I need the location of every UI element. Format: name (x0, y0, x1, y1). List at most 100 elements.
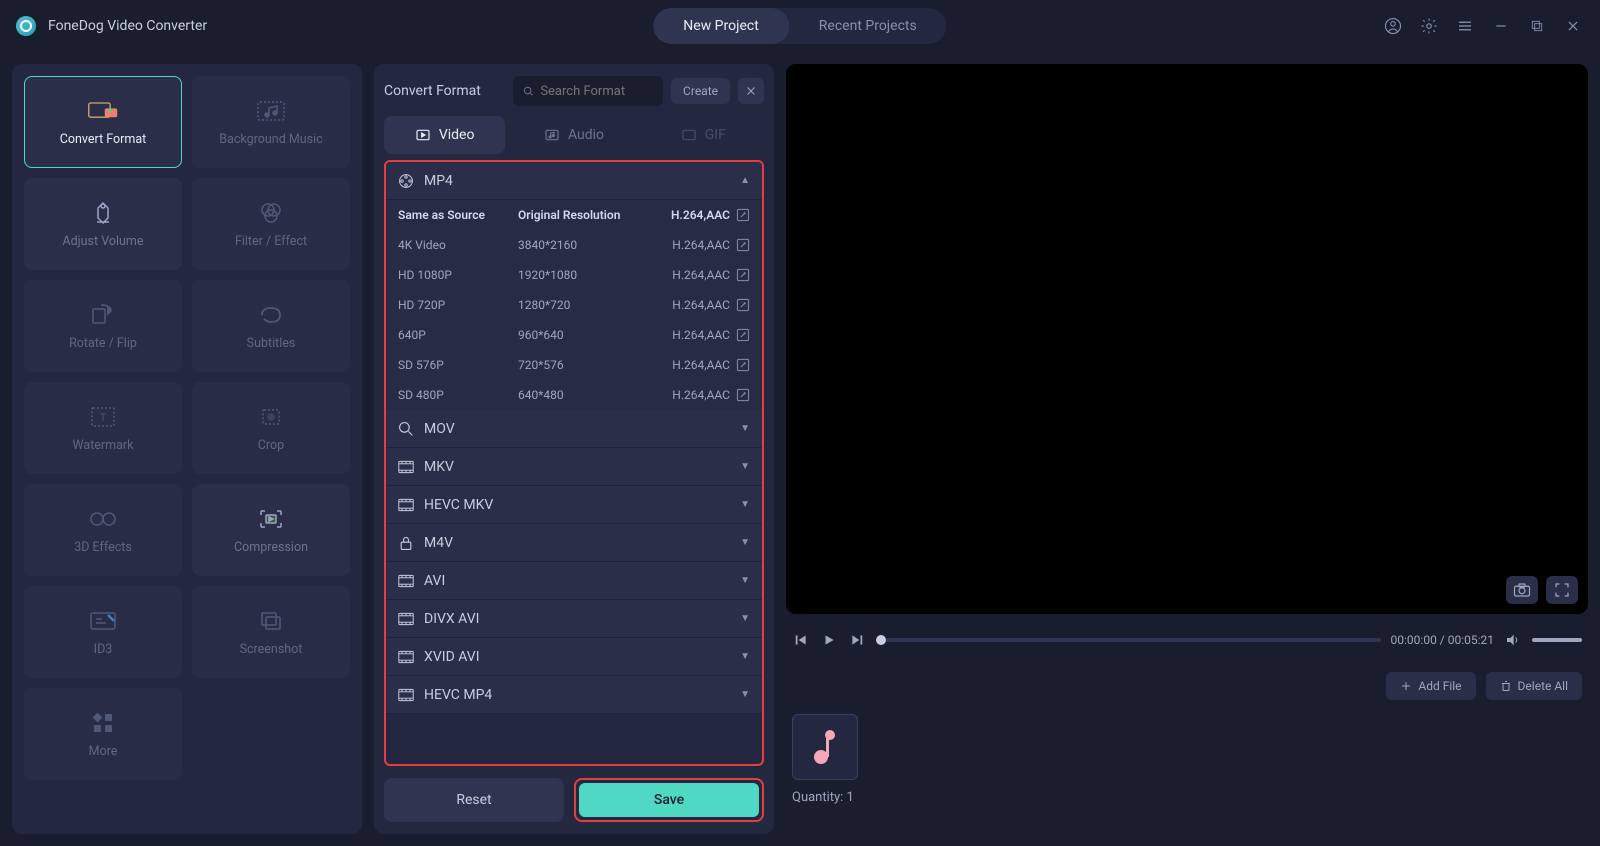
minimize-icon[interactable] (1490, 15, 1512, 37)
search-input[interactable] (540, 84, 653, 99)
convert-format-icon (87, 98, 119, 124)
close-panel-button[interactable] (738, 78, 764, 104)
play-button[interactable] (820, 631, 838, 649)
adjust-volume-icon (87, 200, 119, 226)
more-icon (87, 710, 119, 736)
tool-background-music[interactable]: Background Music (192, 76, 350, 168)
save-button[interactable]: Save (579, 783, 759, 817)
tool-subtitles[interactable]: Subtitles (192, 280, 350, 372)
format-row[interactable]: HD 1080P1920*1080H.264,AAC (386, 260, 762, 290)
close-icon (745, 85, 757, 97)
tool-label: Convert Format (60, 132, 147, 147)
format-panel-footer: Reset Save (384, 778, 764, 822)
video-icon (415, 127, 431, 143)
tool-label: 3D Effects (74, 540, 132, 555)
format-row[interactable]: 640P960*640H.264,AAC (386, 320, 762, 350)
time-display: 00:00:00 / 00:05:21 (1391, 633, 1494, 647)
tool-label: Filter / Effect (235, 234, 307, 249)
id3-icon (87, 608, 119, 634)
subtitles-icon (255, 302, 287, 328)
file-thumb[interactable] (792, 714, 858, 780)
account-icon[interactable] (1382, 15, 1404, 37)
trash-icon (1500, 680, 1512, 692)
create-button[interactable]: Create (671, 78, 730, 104)
rotate-flip-icon (87, 302, 119, 328)
tool-crop[interactable]: Crop (192, 382, 350, 474)
app-title: FoneDog Video Converter (48, 18, 207, 34)
video-preview (786, 64, 1588, 614)
format-section-xvid-avi[interactable]: XVID AVI▼ (386, 638, 762, 676)
tool-screenshot[interactable]: Screenshot (192, 586, 350, 678)
next-button[interactable] (848, 631, 866, 649)
format-row[interactable]: SD 576P720*576H.264,AAC (386, 350, 762, 380)
close-window-icon[interactable] (1562, 15, 1584, 37)
tab-recent-projects[interactable]: Recent Projects (789, 8, 947, 44)
tool-label: Subtitles (247, 336, 296, 351)
format-tab-video[interactable]: Video (384, 116, 505, 154)
tool-more[interactable]: More (24, 688, 182, 780)
search-format-box[interactable] (513, 76, 663, 106)
snapshot-button[interactable] (1506, 576, 1538, 604)
format-tabs: Video Audio GIF (384, 116, 764, 154)
volume-slider[interactable] (1532, 638, 1582, 642)
format-section-mov[interactable]: MOV▼ (386, 410, 762, 448)
compression-icon (255, 506, 287, 532)
timeline-slider[interactable] (876, 638, 1381, 642)
reset-button[interactable]: Reset (384, 778, 564, 822)
format-section-m4v[interactable]: M4V▼ (386, 524, 762, 562)
audio-icon (544, 127, 560, 143)
tool-rotate-flip[interactable]: Rotate / Flip (24, 280, 182, 372)
add-file-button[interactable]: Add File (1386, 672, 1475, 700)
3d-effects-icon (87, 506, 119, 532)
maximize-icon[interactable] (1526, 15, 1548, 37)
tool-filter-effect[interactable]: Filter / Effect (192, 178, 350, 270)
screenshot-icon (255, 608, 287, 634)
tool-watermark[interactable]: T Watermark (24, 382, 182, 474)
crop-icon (255, 404, 287, 430)
tool-adjust-volume[interactable]: Adjust Volume (24, 178, 182, 270)
watermark-icon: T (87, 404, 119, 430)
file-thumbnails: Quantity: 1 (786, 714, 1588, 834)
tool-compression[interactable]: Compression (192, 484, 350, 576)
format-row[interactable]: HD 720P1280*720H.264,AAC (386, 290, 762, 320)
fullscreen-button[interactable] (1546, 576, 1578, 604)
project-tabs: New Project Recent Projects (653, 8, 946, 44)
format-panel: Convert Format Create Video Audio GIF (374, 64, 774, 834)
format-section-hevc-mkv[interactable]: HEVC MKV▼ (386, 486, 762, 524)
tool-label: ID3 (94, 642, 113, 657)
format-section-mp4[interactable]: MP4▲ (386, 162, 762, 200)
format-section-hevc-mp4[interactable]: HEVC MP4▼ (386, 676, 762, 714)
format-panel-header: Convert Format Create (384, 76, 764, 106)
format-list[interactable]: MP4▲Same as SourceOriginal ResolutionH.2… (386, 162, 762, 764)
tool-id3[interactable]: ID3 (24, 586, 182, 678)
format-section-divx-avi[interactable]: DIVX AVI▼ (386, 600, 762, 638)
tool-label: Compression (234, 540, 308, 555)
format-tab-gif[interactable]: GIF (643, 116, 764, 154)
format-section-mkv[interactable]: MKV▼ (386, 448, 762, 486)
delete-all-button[interactable]: Delete All (1486, 672, 1582, 700)
prev-button[interactable] (792, 631, 810, 649)
tool-label: Adjust Volume (62, 234, 143, 249)
app-logo-icon (16, 16, 36, 36)
tab-new-project[interactable]: New Project (653, 8, 789, 44)
plus-icon (1400, 680, 1412, 692)
format-row[interactable]: SD 480P640*480H.264,AAC (386, 380, 762, 410)
format-tab-audio[interactable]: Audio (513, 116, 634, 154)
tool-label: Crop (258, 438, 284, 453)
panel-title: Convert Format (384, 83, 481, 99)
tool-label: More (89, 744, 118, 759)
tools-sidebar: Convert Format Background Music Adjust V… (12, 64, 362, 834)
volume-icon[interactable] (1504, 631, 1522, 649)
filter-effect-icon (255, 200, 287, 226)
format-row[interactable]: Same as SourceOriginal ResolutionH.264,A… (386, 200, 762, 230)
tool-convert-format[interactable]: Convert Format (24, 76, 182, 168)
menu-icon[interactable] (1454, 15, 1476, 37)
format-section-avi[interactable]: AVI▼ (386, 562, 762, 600)
settings-icon[interactable] (1418, 15, 1440, 37)
window-controls (1382, 15, 1584, 37)
format-list-highlighted: MP4▲Same as SourceOriginal ResolutionH.2… (384, 160, 764, 766)
format-row[interactable]: 4K Video3840*2160H.264,AAC (386, 230, 762, 260)
transport-bar: 00:00:00 / 00:05:21 (786, 622, 1588, 658)
search-icon (523, 85, 534, 98)
tool-3d-effects[interactable]: 3D Effects (24, 484, 182, 576)
